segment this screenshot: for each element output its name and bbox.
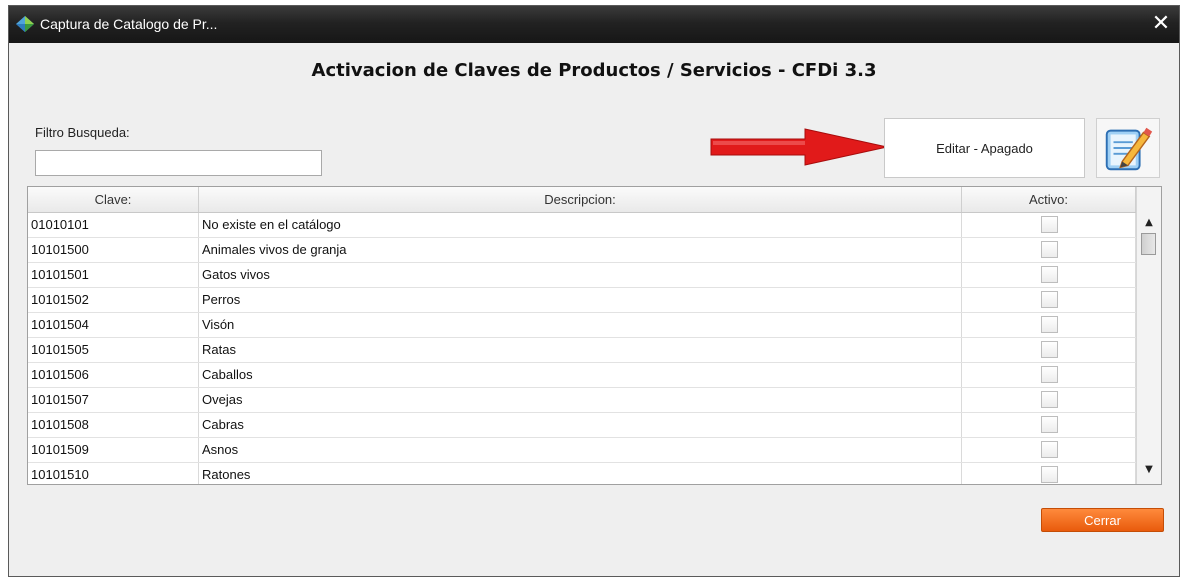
- cell-activo: [962, 313, 1136, 337]
- column-header-activo[interactable]: Activo:: [962, 187, 1136, 212]
- activo-checkbox[interactable]: [1041, 466, 1058, 483]
- cell-clave: 10101509: [29, 438, 199, 462]
- cell-descripcion: Gatos vivos: [199, 263, 962, 287]
- cell-activo: [962, 438, 1136, 462]
- cell-activo: [962, 463, 1136, 484]
- cell-descripcion: Asnos: [199, 438, 962, 462]
- cell-activo: [962, 363, 1136, 387]
- table-row[interactable]: 10101501 Gatos vivos: [28, 263, 1136, 288]
- cell-activo: [962, 413, 1136, 437]
- table-row[interactable]: 10101504 Visón: [28, 313, 1136, 338]
- cell-clave: 10101504: [29, 313, 199, 337]
- cell-activo: [962, 388, 1136, 412]
- table-row[interactable]: 10101506 Caballos: [28, 363, 1136, 388]
- cell-descripcion: Ratones: [199, 463, 962, 484]
- window-close-button[interactable]: ✕: [1148, 11, 1174, 37]
- cell-descripcion: No existe en el catálogo: [199, 213, 962, 237]
- scrollbar-thumb[interactable]: [1141, 233, 1156, 255]
- filter-label: Filtro Busqueda:: [35, 125, 130, 140]
- cell-activo: [962, 288, 1136, 312]
- activo-checkbox[interactable]: [1041, 391, 1058, 408]
- cell-clave: 10101502: [29, 288, 199, 312]
- scroll-up-arrow-icon[interactable]: ▲: [1140, 216, 1158, 230]
- cell-activo: [962, 263, 1136, 287]
- table-row[interactable]: 10101507 Ovejas: [28, 388, 1136, 413]
- cerrar-button[interactable]: Cerrar: [1041, 508, 1164, 532]
- cell-descripcion: Perros: [199, 288, 962, 312]
- cell-clave: 10101506: [29, 363, 199, 387]
- cell-clave: 01010101: [29, 213, 199, 237]
- vertical-scrollbar[interactable]: ▲ ▼: [1136, 187, 1161, 484]
- title-bar[interactable]: Captura de Catalogo de Pr... ✕: [9, 6, 1179, 43]
- window-title: Captura de Catalogo de Pr...: [40, 16, 218, 32]
- table-header: Clave: Descripcion: Activo:: [28, 187, 1136, 213]
- cell-clave: 10101501: [29, 263, 199, 287]
- cell-clave: 10101500: [29, 238, 199, 262]
- products-table: Clave: Descripcion: Activo: 01010101 No …: [27, 186, 1162, 485]
- cell-clave: 10101505: [29, 338, 199, 362]
- red-arrow-icon: [710, 128, 888, 166]
- page-title: Activacion de Claves de Productos / Serv…: [311, 60, 877, 81]
- activo-checkbox[interactable]: [1041, 266, 1058, 283]
- notepad-button[interactable]: [1096, 118, 1160, 178]
- cell-descripcion: Cabras: [199, 413, 962, 437]
- activo-checkbox[interactable]: [1041, 241, 1058, 258]
- activo-checkbox[interactable]: [1041, 366, 1058, 383]
- cell-activo: [962, 338, 1136, 362]
- table-row[interactable]: 10101508 Cabras: [28, 413, 1136, 438]
- notepad-pencil-icon: [1105, 127, 1153, 171]
- table-row[interactable]: 10101509 Asnos: [28, 438, 1136, 463]
- table-row[interactable]: 10101505 Ratas: [28, 338, 1136, 363]
- cell-descripcion: Ovejas: [199, 388, 962, 412]
- table-row[interactable]: 10101500 Animales vivos de granja: [28, 238, 1136, 263]
- app-diamond-icon: [16, 16, 34, 32]
- cell-clave: 10101507: [29, 388, 199, 412]
- activo-checkbox[interactable]: [1041, 341, 1058, 358]
- activo-checkbox[interactable]: [1041, 316, 1058, 333]
- cell-descripcion: Caballos: [199, 363, 962, 387]
- activo-checkbox[interactable]: [1041, 216, 1058, 233]
- cell-activo: [962, 238, 1136, 262]
- activo-checkbox[interactable]: [1041, 291, 1058, 308]
- activo-checkbox[interactable]: [1041, 441, 1058, 458]
- cell-clave: 10101510: [29, 463, 199, 484]
- column-header-descripcion[interactable]: Descripcion:: [199, 187, 962, 212]
- activo-checkbox[interactable]: [1041, 416, 1058, 433]
- table-row[interactable]: 01010101 No existe en el catálogo: [28, 213, 1136, 238]
- scroll-down-arrow-icon[interactable]: ▼: [1140, 463, 1158, 477]
- cell-clave: 10101508: [29, 413, 199, 437]
- cell-descripcion: Animales vivos de granja: [199, 238, 962, 262]
- search-input[interactable]: [35, 150, 322, 176]
- cell-descripcion: Visón: [199, 313, 962, 337]
- cell-activo: [962, 213, 1136, 237]
- table-row[interactable]: 10101510 Ratones: [28, 463, 1136, 484]
- table-row[interactable]: 10101502 Perros: [28, 288, 1136, 313]
- edit-toggle-button[interactable]: Editar - Apagado: [884, 118, 1085, 178]
- cell-descripcion: Ratas: [199, 338, 962, 362]
- dialog-window: Captura de Catalogo de Pr... ✕ Activacio…: [8, 5, 1180, 577]
- column-header-clave[interactable]: Clave:: [28, 187, 199, 212]
